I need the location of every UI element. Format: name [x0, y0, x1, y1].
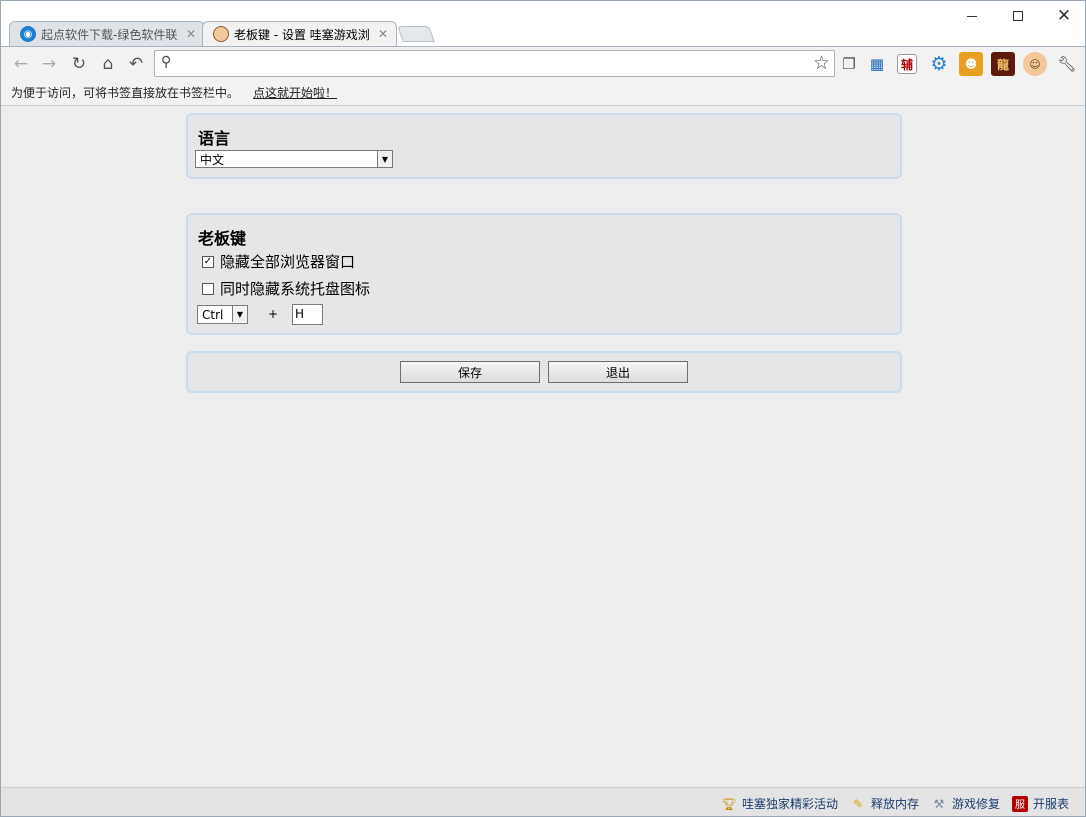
save-button[interactable]: 保存 [400, 361, 540, 383]
tab-qidian[interactable]: ◉ 起点软件下载-绿色软件联 ✕ [9, 21, 205, 46]
gear-icon[interactable]: ⚙ [927, 52, 951, 76]
exit-button[interactable]: 退出 [548, 361, 688, 383]
status-game-repair-link[interactable]: ⚒ 游戏修复 [931, 795, 1000, 812]
back-icon: ← [13, 54, 29, 74]
dragon-icon[interactable]: 龍 [991, 52, 1015, 76]
wrench-icon[interactable]: 🔧︎ [1055, 52, 1079, 76]
close-button[interactable]: ✕ [1041, 5, 1085, 27]
modifier-select-value: Ctrl [202, 307, 224, 322]
status-free-memory-link[interactable]: ✎ 释放内存 [850, 795, 919, 812]
person-icon[interactable]: ☺ [1023, 52, 1047, 76]
bookmark-hint: 为便于访问，可将书签直接放在书签栏中。 [11, 86, 240, 100]
back-button[interactable]: ← [9, 52, 33, 76]
chevron-down-icon: ▼ [377, 151, 392, 167]
trophy-icon: 🏆︎ [721, 796, 737, 811]
tools-icon: ⚒ [933, 796, 945, 811]
broom-icon: ✎ [852, 796, 864, 811]
new-tab-button[interactable] [397, 26, 435, 42]
bookmark-start-link[interactable]: 点这就开始啦！ [253, 84, 337, 101]
person-icon [213, 26, 229, 42]
title-bar: ◉ 起点软件下载-绿色软件联 ✕ 老板键 - 设置 哇塞游戏浏 ✕ ✕ [1, 1, 1085, 46]
browser-window: ◉ 起点软件下载-绿色软件联 ✕ 老板键 - 设置 哇塞游戏浏 ✕ ✕ ← → … [0, 0, 1086, 817]
language-select-value: 中文 [200, 152, 225, 167]
language-title: 语言 [198, 129, 231, 148]
modifier-select[interactable]: Ctrl ▼ [197, 305, 248, 324]
apps-icon[interactable]: ▦ [865, 52, 889, 76]
bosskey-panel: 老板键 ✓ 隐藏全部浏览器窗口 同时隐藏系统托盘图标 Ctrl ▼ + H [186, 213, 902, 335]
bosskey-title: 老板键 [198, 229, 247, 248]
hide-browser-option[interactable]: ✓ 隐藏全部浏览器窗口 [202, 251, 355, 272]
home-button[interactable]: ⌂ [96, 52, 120, 76]
home-icon: ⌂ [102, 54, 114, 74]
tab-title: 老板键 - 设置 哇塞游戏浏 [234, 27, 370, 42]
language-select[interactable]: 中文 ▼ [195, 150, 393, 168]
status-bar: 🏆︎ 哇塞独家精彩活动 ✎ 释放内存 ⚒ 游戏修复 服 开服表 [1, 787, 1085, 816]
maximize-button[interactable] [995, 5, 1041, 27]
undo-button[interactable]: ↶ [124, 52, 148, 76]
status-events-link[interactable]: 🏆︎ 哇塞独家精彩活动 [721, 795, 838, 812]
status-game-repair-label: 游戏修复 [952, 797, 1001, 811]
undo-icon: ↶ [128, 54, 144, 74]
plus-sign: + [268, 307, 279, 321]
qidian-icon: ◉ [20, 26, 36, 42]
minimize-button[interactable] [949, 5, 995, 27]
status-free-memory-label: 释放内存 [871, 797, 920, 811]
status-events-label: 哇塞独家精彩活动 [742, 797, 839, 811]
reload-icon: ↻ [71, 54, 87, 74]
bookmark-star-icon[interactable]: ☆ [813, 52, 830, 74]
bookmark-bar: 为便于访问，可将书签直接放在书签栏中。 点这就开始啦！ [1, 80, 1085, 106]
hotkey-input[interactable]: H [292, 304, 323, 325]
forward-button[interactable]: → [37, 52, 61, 76]
fu-helper-icon[interactable]: 辅 [897, 54, 917, 74]
toolbar: ← → ↻ ⌂ ↶ ⚲ ☆ ❐ ▦ 辅 ⚙ ☻ 龍 ☺ 🔧︎ [1, 46, 1085, 80]
hide-browser-checkbox[interactable]: ✓ [202, 255, 214, 268]
maximize-icon [1013, 11, 1023, 21]
settings-page: 语言 中文 ▼ 老板键 ✓ 隐藏全部浏览器窗口 同时隐藏系统托盘图标 Ctrl … [1, 107, 1085, 787]
forward-icon: → [41, 54, 57, 74]
address-bar[interactable]: ⚲ ☆ [154, 50, 835, 77]
language-panel: 语言 中文 ▼ [186, 113, 902, 179]
game-icon-1[interactable]: ☻ [959, 52, 983, 76]
tab-close-icon[interactable]: ✕ [378, 27, 388, 41]
minimize-icon [967, 15, 977, 17]
hide-tray-option[interactable]: 同时隐藏系统托盘图标 [202, 278, 370, 299]
server-icon: 服 [1012, 795, 1028, 812]
status-server-list-link[interactable]: 服 开服表 [1012, 795, 1069, 812]
hide-tray-label: 同时隐藏系统托盘图标 [220, 280, 371, 298]
search-icon: ⚲ [161, 54, 172, 70]
actions-panel: 保存 退出 [186, 351, 902, 393]
status-server-list-label: 开服表 [1033, 797, 1070, 811]
tab-close-icon[interactable]: ✕ [186, 27, 196, 41]
tab-title: 起点软件下载-绿色软件联 [41, 27, 178, 42]
tab-bosskey-settings[interactable]: 老板键 - 设置 哇塞游戏浏 ✕ [202, 21, 397, 46]
chevron-down-icon: ▼ [232, 306, 247, 322]
hide-browser-label: 隐藏全部浏览器窗口 [220, 253, 356, 271]
hide-tray-checkbox[interactable] [202, 282, 214, 295]
close-icon: ✕ [1056, 5, 1072, 26]
window-icon[interactable]: ❐ [837, 52, 861, 76]
reload-button[interactable]: ↻ [67, 52, 91, 76]
